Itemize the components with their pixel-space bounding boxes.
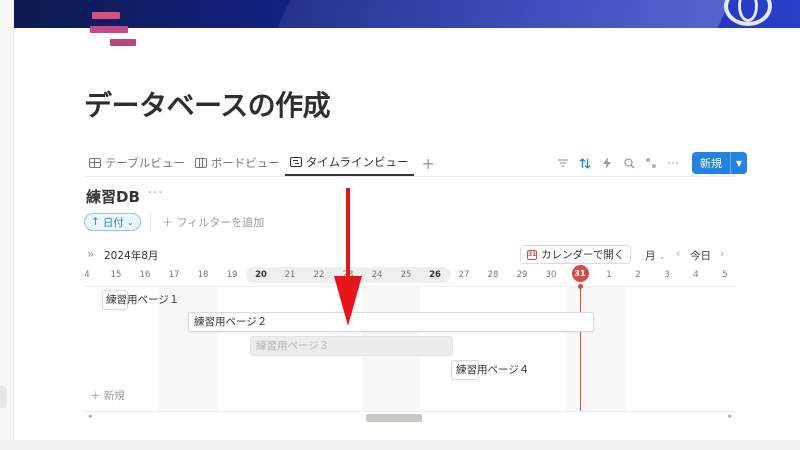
day-label: 30 (545, 270, 557, 280)
chevron-down-icon: ⌄ (126, 217, 134, 227)
add-row-button[interactable]: ＋ 新規 (90, 388, 125, 403)
automation-icon[interactable] (596, 152, 618, 174)
filter-divider (150, 213, 151, 231)
chevron-down-icon: ⌄ (658, 252, 666, 261)
tabs-divider (84, 176, 736, 177)
day-label: 16 (139, 270, 151, 280)
day-label: 26 (429, 270, 441, 280)
day-label: 19 (226, 270, 238, 280)
range-select-label: 月 (645, 250, 656, 262)
day-label: 18 (197, 270, 209, 280)
timeline-item-3[interactable]: 練習用ページ３ (256, 336, 329, 356)
add-row-label: 新規 (103, 390, 125, 402)
day-label: 4 (693, 270, 699, 280)
annotation-arrow (334, 188, 362, 326)
day-label: 29 (516, 270, 528, 280)
view-toolbar: ··· 新規 ▼ (552, 152, 747, 174)
pink-stripes-icon[interactable] (90, 12, 140, 48)
day-label: 3 (664, 270, 670, 280)
plus-icon: ＋ (90, 390, 101, 402)
expand-table-icon[interactable]: » (87, 247, 94, 261)
horizontal-scrollbar[interactable]: ◂ ▸ (84, 412, 736, 423)
calendar-icon: 31 (527, 249, 537, 260)
timeline-grid[interactable]: 4151617181920212223242526272829303112345… (84, 264, 736, 412)
sort-chip[interactable]: ↑ 日付 ⌄ (84, 213, 141, 231)
add-filter-label: フィルターを追加 (176, 216, 265, 229)
timeline-month: 2024年8月 (104, 250, 159, 262)
day-label: 17 (168, 270, 180, 280)
tab-table-view[interactable]: テーブルビュー (84, 150, 190, 176)
day-label: 15 (110, 270, 122, 280)
search-icon[interactable] (618, 152, 640, 174)
timeline-icon (289, 157, 302, 167)
range-select[interactable]: 月 ⌄ (645, 248, 665, 263)
table-icon (89, 158, 101, 168)
tab-label: タイムラインビュー (305, 155, 409, 169)
tab-timeline-view[interactable]: タイムラインビュー (284, 150, 414, 176)
board-icon (194, 158, 207, 168)
bottom-strip (0, 440, 800, 450)
day-label: 1 (606, 270, 612, 280)
day-label: 27 (458, 270, 470, 280)
timeline-header-divider (84, 286, 736, 287)
plus-icon: ＋ (162, 216, 173, 229)
add-filter-button[interactable]: ＋ フィルターを追加 (162, 214, 264, 230)
database-title[interactable]: 練習DB (86, 186, 140, 207)
day-label: 25 (400, 270, 412, 280)
timeline-item-2[interactable]: 練習用ページ２ (194, 312, 267, 332)
page-title[interactable]: データベースの作成 (84, 84, 331, 124)
tab-board-view[interactable]: ボードビュー (190, 150, 285, 176)
tab-label: ボードビュー (210, 156, 280, 170)
new-button[interactable]: 新規 ▼ (692, 152, 747, 174)
prev-icon[interactable]: ‹ (676, 247, 680, 260)
today-marker: 31 (571, 265, 589, 282)
new-button-label[interactable]: 新規 (692, 152, 731, 174)
scroll-left-icon[interactable]: ◂ (88, 412, 92, 420)
today-button[interactable]: 今日 (690, 248, 711, 263)
day-label: 21 (284, 270, 296, 280)
scrollbar-thumb[interactable] (366, 414, 422, 422)
next-icon[interactable]: › (720, 247, 724, 260)
open-calendar-button[interactable]: 31 カレンダーで開く (520, 245, 632, 264)
more-icon[interactable]: ··· (662, 152, 684, 174)
today-line (580, 286, 581, 412)
filter-icon[interactable] (552, 152, 574, 174)
left-rail (0, 0, 14, 440)
day-label: 2 (635, 270, 641, 280)
sort-chip-label: 日付 (102, 216, 124, 229)
chevron-down-icon[interactable]: ▼ (731, 152, 747, 174)
timeline-item-1[interactable]: 練習用ページ１ (106, 290, 179, 310)
sort-icon[interactable] (574, 152, 596, 174)
view-tabs: テーブルビュー ボードビュー タイムラインビュー + (84, 150, 443, 176)
cover-shape (277, 0, 731, 28)
tab-label: テーブルビュー (105, 156, 185, 170)
day-label: 28 (487, 270, 499, 280)
open-calendar-label: カレンダーで開く (541, 249, 625, 261)
today-dot (577, 284, 583, 289)
add-view-button[interactable]: + (414, 154, 443, 173)
weekend-band (567, 286, 625, 412)
day-label: 20 (255, 270, 267, 280)
database-more-icon[interactable]: ··· (148, 186, 163, 201)
day-label: 4 (84, 270, 90, 280)
arrow-up-icon: ↑ (91, 216, 100, 228)
day-label: 5 (722, 270, 728, 280)
scroll-right-icon[interactable]: ▸ (728, 412, 732, 420)
timeline-item-4[interactable]: 練習用ページ４ (456, 360, 529, 380)
expand-icon[interactable] (640, 152, 662, 174)
sidebar-handle[interactable] (0, 386, 7, 408)
